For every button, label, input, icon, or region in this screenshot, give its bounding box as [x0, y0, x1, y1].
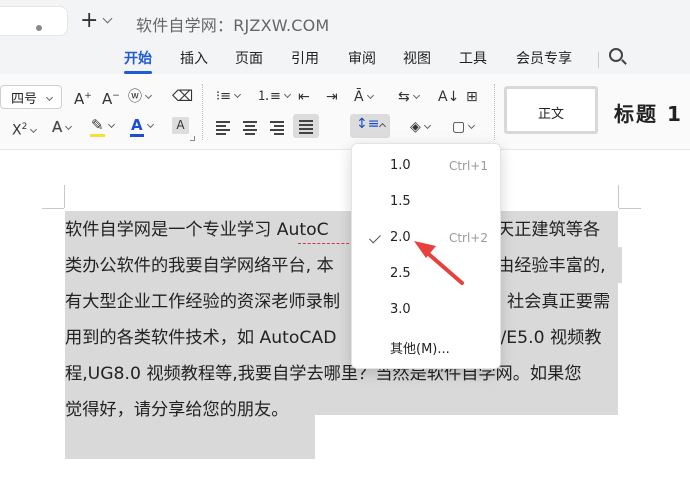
- font-size-select[interactable]: 四号: [0, 85, 62, 109]
- doc-line-tail: 社会真正要需: [507, 292, 611, 312]
- clear-format-icon[interactable]: ⌫: [172, 87, 193, 105]
- unsaved-dot-icon: [36, 25, 42, 31]
- doc-line[interactable]: 有大型企业工作经验的资深老师录制: [65, 284, 340, 320]
- margin-mark: [64, 185, 65, 208]
- text-direction-icon[interactable]: ⇆: [398, 88, 420, 106]
- spellcheck-squiggle: [298, 240, 354, 244]
- align-right-icon[interactable]: [270, 121, 284, 135]
- chevron-down-icon[interactable]: [102, 13, 113, 24]
- font-size-value: 四号: [11, 92, 38, 107]
- justify-button[interactable]: [293, 114, 319, 138]
- tab-home[interactable]: 开始: [124, 48, 152, 68]
- doc-line[interactable]: 觉得好，请分享给您的朋友。: [65, 392, 288, 428]
- font-outline-icon[interactable]: A: [52, 118, 73, 136]
- doc-line-tail: 天正建筑等各: [497, 220, 601, 240]
- tab-view[interactable]: 视图: [403, 48, 431, 68]
- document-tab[interactable]: [0, 6, 68, 36]
- search-icon[interactable]: [609, 48, 623, 62]
- line-spacing-option-3-0[interactable]: 3.0: [352, 295, 500, 325]
- line-spacing-option-other[interactable]: 其他(M)...: [352, 331, 500, 361]
- justify-icon: [299, 120, 313, 134]
- line-spacing-option-2-5[interactable]: 2.5: [352, 259, 500, 289]
- margin-mark: [619, 208, 641, 209]
- char-shading-icon[interactable]: A: [172, 117, 189, 134]
- tab-review[interactable]: 审阅: [348, 48, 376, 68]
- tab-page[interactable]: 页面: [235, 48, 263, 68]
- margin-mark: [618, 185, 619, 208]
- bullet-list-icon[interactable]: ⁝≡: [216, 88, 242, 106]
- doc-line-text: 软件自学网是一个专业学习 AutoC: [65, 220, 329, 240]
- increase-indent-icon[interactable]: ⇥: [326, 88, 338, 106]
- tab-insert[interactable]: 插入: [180, 48, 208, 68]
- line-spacing-option-2-0[interactable]: 2.0 Ctrl+2: [352, 223, 500, 253]
- doc-line[interactable]: 软件自学网是一个专业学习 AutoC: [65, 212, 329, 248]
- show-marks-icon[interactable]: ⊞: [466, 88, 478, 106]
- doc-line[interactable]: 用到的各类软件技术，如 AutoCAD: [65, 320, 336, 356]
- line-spacing-icon: ↕≡: [356, 116, 380, 132]
- font-color-icon[interactable]: A: [130, 116, 154, 137]
- sort-icon[interactable]: A↓: [438, 88, 459, 106]
- align-center-icon[interactable]: [243, 121, 257, 135]
- tab-tools[interactable]: 工具: [459, 48, 487, 68]
- superscript-icon[interactable]: X2: [12, 118, 38, 140]
- decrease-indent-icon[interactable]: ⇤: [298, 88, 310, 106]
- tab-member[interactable]: 会员专享: [516, 48, 572, 68]
- title-bar: + 软件自学网：RJZXW.COM: [0, 0, 690, 44]
- line-spacing-menu: 1.0 Ctrl+1 1.5 2.0 Ctrl+2 2.5 3.0 其他(M).…: [351, 143, 501, 369]
- chevron-down-icon: [45, 93, 54, 102]
- highlight-icon[interactable]: ✎: [90, 116, 115, 137]
- numbered-list-icon[interactable]: ⒈≡: [257, 88, 291, 106]
- style-normal-label: 正文: [537, 107, 564, 122]
- grow-font-icon[interactable]: A+: [74, 87, 92, 108]
- shrink-font-icon[interactable]: A−: [102, 87, 120, 108]
- doc-line[interactable]: 程,UG8.0 视频教程等,我要自学去哪里？当然是软件自学网。如果您: [65, 356, 582, 392]
- window-title: 软件自学网：RJZXW.COM: [136, 16, 330, 35]
- text-effect-icon[interactable]: ⓦ: [128, 88, 153, 106]
- chevron-up-icon: [378, 122, 387, 131]
- menu-bar: 开始 插入 页面 引用 审阅 视图 工具 会员专享: [0, 44, 690, 74]
- line-spacing-button[interactable]: ↕≡: [350, 114, 390, 138]
- new-tab-button[interactable]: +: [80, 8, 98, 34]
- doc-line[interactable]: 类办公软件的我要自学网络平台, 本: [65, 248, 334, 284]
- ribbon-divider: [494, 84, 495, 140]
- menu-divider: [598, 52, 599, 68]
- margin-mark: [42, 208, 64, 209]
- align-left-icon[interactable]: [216, 121, 230, 135]
- style-heading-1[interactable]: 标题 1: [614, 98, 683, 127]
- line-spacing-option-1-5[interactable]: 1.5: [352, 187, 500, 217]
- shading-icon[interactable]: ◈: [410, 118, 431, 136]
- tab-references[interactable]: 引用: [291, 48, 319, 68]
- dialog-launcher-icon[interactable]: [190, 136, 195, 141]
- check-icon: [368, 231, 382, 244]
- ribbon-divider: [202, 84, 203, 140]
- char-spacing-icon[interactable]: Ā: [354, 88, 374, 106]
- borders-icon[interactable]: ▢: [452, 118, 476, 136]
- style-normal[interactable]: 正文: [504, 86, 598, 134]
- doc-line-tail: 由经验丰富的,: [497, 256, 606, 276]
- doc-line-tail: o/E5.0 视频教: [490, 328, 602, 348]
- ribbon: 四号 A+ A− ⓦ ⌫ X2 A ✎ A A ⁝≡ ⒈≡ ⇤ ⇥ Ā ⇆ A↓…: [0, 74, 690, 150]
- line-spacing-option-1-0[interactable]: 1.0 Ctrl+1: [352, 151, 500, 181]
